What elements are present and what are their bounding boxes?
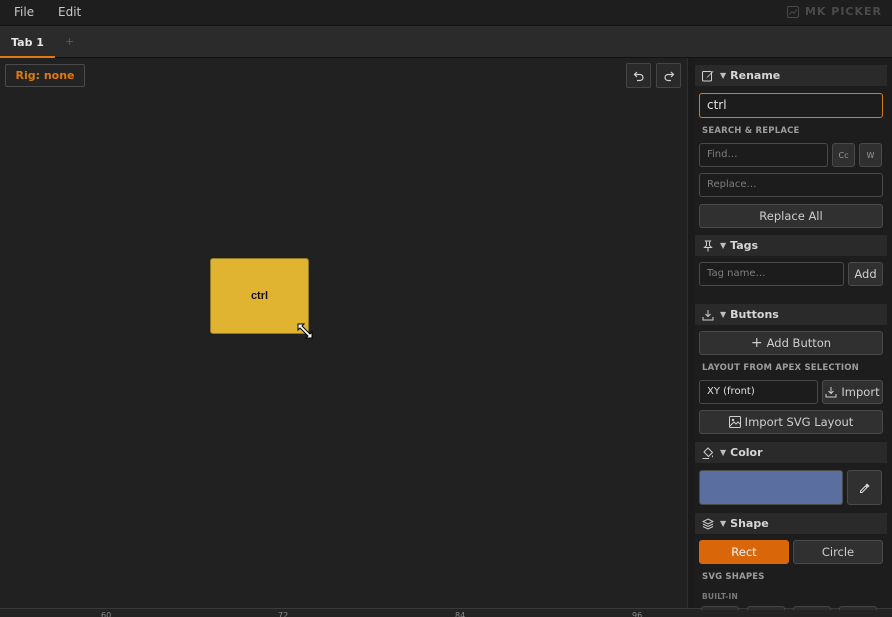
eyedropper-icon <box>859 483 869 493</box>
undo-button[interactable] <box>626 63 651 88</box>
tab-1[interactable]: Tab 1 <box>0 26 55 58</box>
edit-icon <box>702 70 714 81</box>
plus-icon: + <box>750 335 763 351</box>
plane-select[interactable]: XY (front) <box>699 380 818 404</box>
ruler-tick: 84 <box>455 611 466 617</box>
collapse-arrow-icon: ▼ <box>720 241 727 250</box>
add-tag-label: Add <box>854 267 877 281</box>
shape-section-header[interactable]: ▼ Shape <box>695 513 887 534</box>
rename-section-header[interactable]: ▼ Rename <box>695 65 887 86</box>
tags-section-header[interactable]: ▼ Tags <box>695 235 887 256</box>
collapse-arrow-icon: ▼ <box>720 519 727 528</box>
ruler-tick: 96 <box>632 611 643 617</box>
replace-input[interactable]: Replace… <box>699 173 883 197</box>
add-button-label: Add Button <box>766 336 832 350</box>
resize-handle-icon[interactable] <box>296 322 314 340</box>
picker-canvas[interactable]: Rig: none ctrl <box>0 58 687 608</box>
download-icon <box>825 387 837 398</box>
add-tab-button[interactable]: + <box>65 35 74 48</box>
replace-all-button[interactable]: Replace All <box>699 204 883 228</box>
brand-label: MK PICKER <box>804 5 882 18</box>
redo-button[interactable] <box>656 63 681 88</box>
match-case-button[interactable]: Cc <box>832 143 855 167</box>
ruler-tick: 60 <box>101 611 112 617</box>
undo-icon <box>633 71 644 81</box>
circle-label: Circle <box>821 545 855 559</box>
whole-word-button[interactable]: W <box>859 143 882 167</box>
image-icon <box>728 416 741 428</box>
shape-circle-button[interactable]: Circle <box>793 540 883 564</box>
layout-from-apex-label: LAYOUT FROM APEX SELECTION <box>702 363 859 373</box>
redo-icon <box>663 71 674 81</box>
tag-name-input[interactable]: Tag name… <box>699 262 844 286</box>
import-svg-label: Import SVG Layout <box>744 415 854 429</box>
builtin-label: BUILT-IN <box>702 592 738 601</box>
layers-icon <box>702 517 714 530</box>
import-label: Import <box>841 385 880 399</box>
tags-title: Tags <box>730 239 759 252</box>
app-brand: MK PICKER <box>786 5 882 18</box>
paint-bucket-icon <box>702 446 714 459</box>
rename-title: Rename <box>730 69 781 82</box>
builtin-shape-button[interactable] <box>793 606 831 610</box>
builtin-shape-button[interactable] <box>747 606 785 610</box>
panel-splitter[interactable] <box>687 58 695 608</box>
menu-file[interactable]: File <box>14 5 34 19</box>
buttons-section-header[interactable]: ▼ Buttons <box>695 304 887 325</box>
replace-all-label: Replace All <box>759 209 823 223</box>
color-title: Color <box>730 446 763 459</box>
collapse-arrow-icon: ▼ <box>720 71 727 80</box>
ruler-tick: 72 <box>278 611 289 617</box>
rename-input[interactable]: ctrl <box>699 93 883 118</box>
collapse-arrow-icon: ▼ <box>720 448 727 457</box>
menubar: File Edit MK PICKER <box>0 0 892 26</box>
picker-control-button[interactable]: ctrl <box>210 258 309 334</box>
shape-rect-button[interactable]: Rect <box>699 540 789 564</box>
tab-label: Tab 1 <box>11 36 44 49</box>
tab-bar: Tab 1 + <box>0 26 892 58</box>
color-section-header[interactable]: ▼ Color <box>695 442 887 463</box>
collapse-arrow-icon: ▼ <box>720 310 727 319</box>
search-replace-label: SEARCH & REPLACE <box>702 126 800 136</box>
eyedropper-button[interactable] <box>847 470 882 505</box>
shape-title: Shape <box>730 517 769 530</box>
download-icon <box>702 309 714 320</box>
buttons-title: Buttons <box>730 308 779 321</box>
color-swatch[interactable] <box>699 470 843 505</box>
pin-icon <box>703 240 713 251</box>
add-button-button[interactable]: + Add Button <box>699 331 883 355</box>
svg-shapes-label: SVG SHAPES <box>702 572 765 582</box>
add-tag-button[interactable]: Add <box>848 262 883 286</box>
builtin-shape-button[interactable] <box>701 606 739 610</box>
chart-icon <box>786 5 799 18</box>
builtin-shape-button[interactable] <box>839 606 877 610</box>
control-label: ctrl <box>250 290 269 302</box>
rect-label: Rect <box>731 545 757 559</box>
rig-selector[interactable]: Rig: none <box>5 64 85 87</box>
import-button[interactable]: Import <box>822 380 883 404</box>
import-svg-layout-button[interactable]: Import SVG Layout <box>699 410 883 434</box>
menu-edit[interactable]: Edit <box>58 5 81 19</box>
find-input[interactable]: Find… <box>699 143 828 167</box>
properties-panel: ▼ Rename ctrl SEARCH & REPLACE Find… Cc … <box>695 58 892 610</box>
